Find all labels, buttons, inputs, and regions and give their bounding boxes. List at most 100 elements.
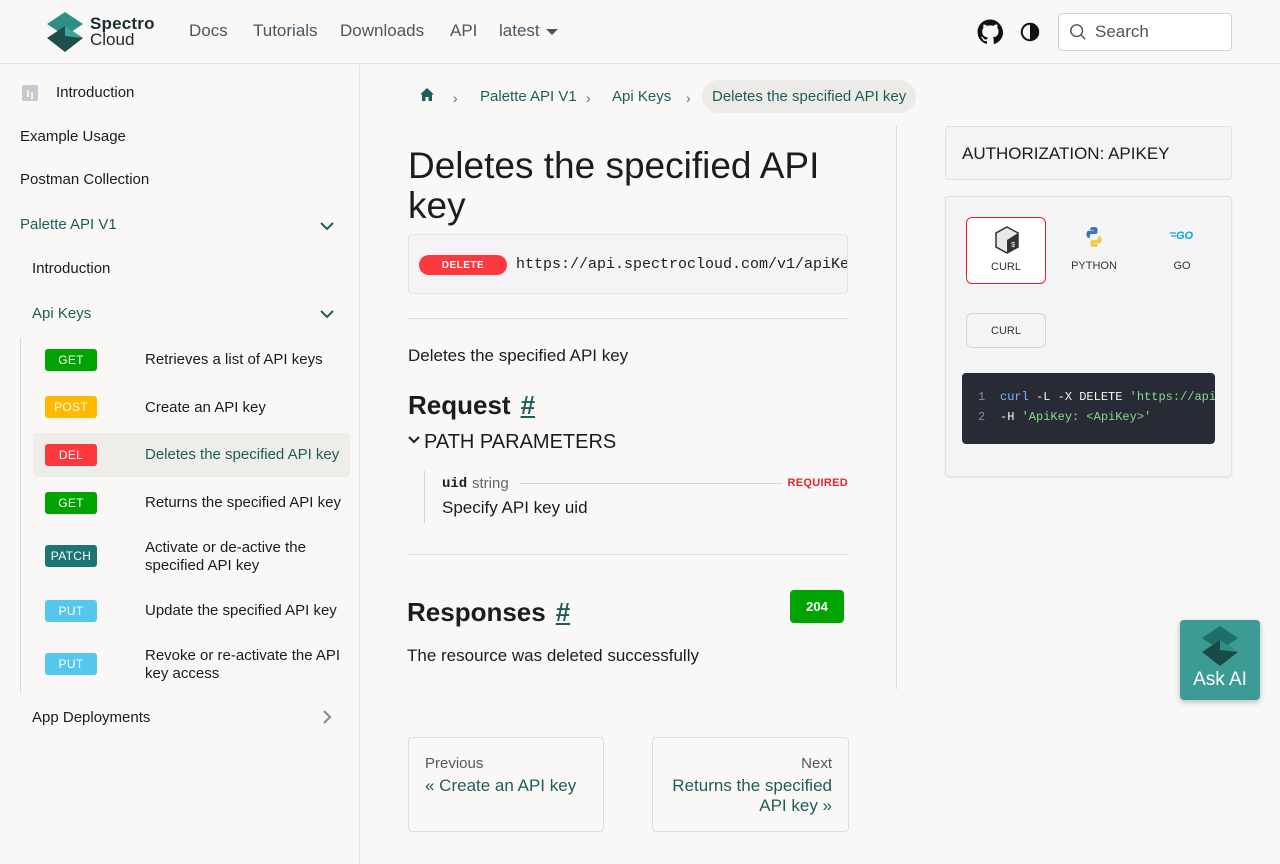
theme-toggle-icon[interactable] <box>1019 21 1041 43</box>
sidebar-endpoint-list-api-keys[interactable]: GET Retrieves a list of API keys <box>33 337 350 383</box>
method-badge: DEL <box>45 444 97 466</box>
nav-tutorials[interactable]: Tutorials <box>253 21 318 41</box>
pager-label: Returns the specified API key » <box>672 776 832 815</box>
sidebar-endpoint-delete-api-key[interactable]: DEL Deletes the specified API key <box>33 433 350 477</box>
endpoint-label: Returns the specified API key <box>145 494 341 511</box>
nav-downloads[interactable]: Downloads <box>340 21 424 41</box>
line-number: 1 <box>978 390 986 404</box>
nav-docs[interactable]: Docs <box>189 21 228 41</box>
endpoint-label: Update the specified API key <box>145 602 337 619</box>
tab-python[interactable]: PYTHON <box>1054 217 1134 284</box>
responses-anchor-link[interactable]: # <box>556 597 570 627</box>
request-anchor-link[interactable]: # <box>521 390 535 420</box>
path-parameters-heading: PATH PARAMETERS <box>424 431 617 453</box>
method-badge: GET <box>45 492 97 514</box>
status-code-tab[interactable]: 204 <box>790 590 844 623</box>
tab-go[interactable]: GO GO <box>1142 217 1222 284</box>
method-badge: GET <box>45 349 97 371</box>
pager-sub-label: Next <box>801 755 832 772</box>
version-dropdown[interactable]: latest <box>499 21 558 41</box>
svg-text:$: $ <box>1011 242 1015 250</box>
next-page-link[interactable]: Next Returns the specified API key » <box>652 737 849 832</box>
sidebar: Introduction Example Usage Postman Colle… <box>0 65 360 864</box>
pager-label: « Create an API key <box>425 776 577 795</box>
chevron-down-icon[interactable] <box>320 219 334 233</box>
svg-text:GO: GO <box>1176 230 1194 242</box>
page-title: Deletes the specified API key <box>408 145 820 226</box>
sidebar-item-postman-collection[interactable]: Postman Collection <box>20 171 149 188</box>
code-command: curl <box>1000 390 1029 404</box>
param-uid: uid string REQUIRED Specify API key uid <box>424 471 848 523</box>
method-badge: PATCH <box>45 545 97 567</box>
variant-tab-curl[interactable]: CURL <box>966 313 1046 348</box>
method-badge: PUT <box>45 653 97 675</box>
sidebar-item-app-deployments[interactable]: App Deployments <box>32 709 150 726</box>
tab-label: CURL <box>991 261 1021 273</box>
breadcrumb-api-keys[interactable]: Api Keys <box>612 88 671 105</box>
method-badge: POST <box>45 396 97 418</box>
search-input[interactable] <box>1095 22 1215 42</box>
authorization-box[interactable]: AUTHORIZATION: APIKEY <box>945 126 1232 180</box>
sidebar-item-palette-api-v1[interactable]: Palette API V1 <box>20 216 117 233</box>
param-type: string <box>472 475 509 492</box>
ask-ai-button[interactable]: Ask AI <box>1180 620 1260 700</box>
go-icon: GO <box>1170 230 1194 242</box>
endpoint-label: Retrieves a list of API keys <box>145 351 323 368</box>
endpoint-label: Deletes the specified API key <box>145 446 340 463</box>
sidebar-endpoint-revoke-api-key[interactable]: PUT Revoke or re-activate the API key ac… <box>33 635 350 695</box>
previous-page-link[interactable]: Previous « Create an API key <box>408 737 604 832</box>
nav-api[interactable]: API <box>450 21 477 41</box>
code-block[interactable]: 1 curl -L -X DELETE 'https://api.spectro… <box>962 373 1215 444</box>
spectro-cloud-logo[interactable]: Spectro Cloud <box>47 12 157 52</box>
endpoint-label: Create an API key <box>145 399 266 416</box>
responses-heading-text: Responses <box>407 597 546 627</box>
path-parameters-toggle[interactable]: PATH PARAMETERS <box>408 431 616 454</box>
sidebar-endpoint-patch-api-key[interactable]: PATCH Activate or de-active the specifie… <box>33 527 350 587</box>
breadcrumb-palette-api-v1[interactable]: Palette API V1 <box>480 88 577 105</box>
sidebar-endpoint-get-api-key[interactable]: GET Returns the specified API key <box>33 479 350 525</box>
code-sample-panel: $ CURL PYTHON GO GO CURL 1 curl -L -X DE… <box>945 196 1232 477</box>
sidebar-endpoint-update-api-key[interactable]: PUT Update the specified API key <box>33 589 350 633</box>
github-icon[interactable] <box>977 19 1003 45</box>
line-number: 2 <box>978 410 986 424</box>
endpoint-label: Revoke or re-activate the API key access <box>145 647 341 682</box>
required-badge: REQUIRED <box>787 477 848 489</box>
sidebar-item-example-usage[interactable]: Example Usage <box>20 128 126 145</box>
authorization-label: AUTHORIZATION: APIKEY <box>962 144 1170 163</box>
chevron-down-icon <box>408 435 420 443</box>
bash-icon: $ <box>995 226 1019 254</box>
endpoint-url[interactable]: https://api.spectrocloud.com/v1/apiKeys/… <box>516 256 847 273</box>
divider <box>408 554 848 555</box>
ask-ai-label: Ask AI <box>1193 669 1247 690</box>
home-icon[interactable] <box>419 87 435 103</box>
sidebar-endpoint-create-api-key[interactable]: POST Create an API key <box>33 385 350 431</box>
search-box[interactable] <box>1058 13 1232 51</box>
request-heading: Request # <box>408 390 535 421</box>
tree-line <box>20 338 21 693</box>
method-badge: PUT <box>45 600 97 622</box>
response-description: The resource was deleted successfully <box>407 646 699 665</box>
brand-name-line2: Cloud <box>90 30 135 49</box>
endpoint-description: Deletes the specified API key <box>408 346 629 365</box>
python-icon <box>1086 227 1102 247</box>
search-icon <box>1070 24 1086 40</box>
breadcrumb-current: Deletes the specified API key <box>702 80 917 113</box>
divider <box>520 483 782 484</box>
tab-curl[interactable]: $ CURL <box>966 217 1046 284</box>
divider <box>408 318 848 319</box>
pager-sub-label: Previous <box>425 755 484 772</box>
chevron-down-icon[interactable] <box>320 307 334 321</box>
responses-heading: Responses # <box>407 597 570 628</box>
divider <box>896 126 897 689</box>
code-flags: -H <box>1000 410 1022 424</box>
chevron-right-icon: › <box>686 90 691 106</box>
sidebar-item-introduction[interactable]: Introduction <box>56 84 134 101</box>
sidebar-item-api-keys[interactable]: Api Keys <box>32 305 91 322</box>
chevron-right-icon[interactable] <box>320 710 334 724</box>
endpoint-box: DELETE https://api.spectrocloud.com/v1/a… <box>408 234 848 294</box>
tab-label: PYTHON <box>1071 260 1117 272</box>
version-label: latest <box>499 21 540 40</box>
code-string: 'ApiKey: <ApiKey>' <box>1021 410 1152 424</box>
sidebar-item-palette-introduction[interactable]: Introduction <box>32 260 110 277</box>
info-icon <box>22 85 38 101</box>
